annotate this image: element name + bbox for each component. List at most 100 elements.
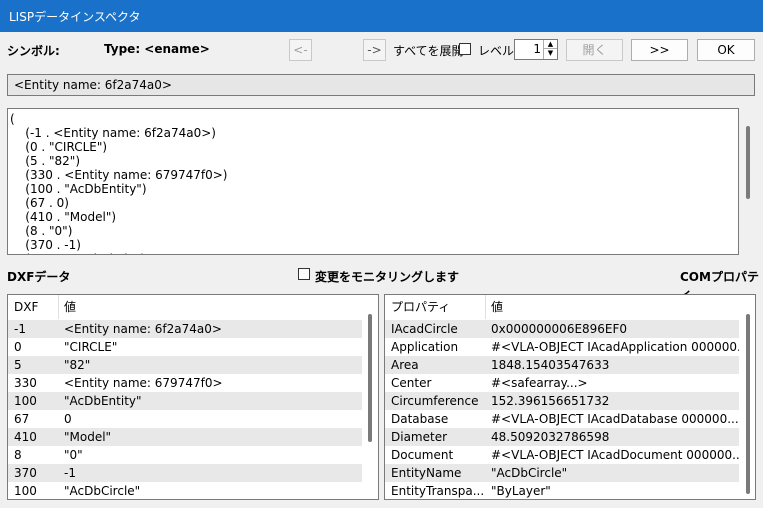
dxf-table[interactable]: DXF 値 -1 <Entity name: 6f2a74a0> 0 "CIRCLE"… bbox=[7, 294, 379, 500]
level-stepper[interactable]: 1 ▲ ▼ bbox=[514, 39, 558, 60]
dxf-header-value[interactable]: 値 bbox=[64, 295, 76, 319]
dxf-table-row-value: "AcDbCircle" bbox=[64, 484, 141, 498]
com-table-row-key: IAcadCircle bbox=[391, 322, 458, 336]
com-table-row-value: 0x000000006E896EF0 bbox=[491, 322, 628, 336]
com-table-row-value: "ByLayer" bbox=[491, 484, 551, 498]
symbol-label: シンボル: bbox=[7, 44, 60, 58]
dxf-table-row-key: 370 bbox=[14, 466, 37, 480]
lisp-line: (67 . 0) bbox=[10, 196, 69, 210]
expand-all-label: すべてを展開 bbox=[393, 44, 464, 58]
com-table-row-key: Circumference bbox=[391, 394, 479, 408]
com-scrollbar[interactable] bbox=[746, 314, 750, 494]
type-label: Type: <ename> bbox=[104, 42, 210, 56]
lisp-line: (5 . "82") bbox=[10, 154, 81, 168]
dxf-table-row[interactable]: 330 <Entity name: 679747f0> bbox=[8, 374, 362, 392]
com-table-row-key: Area bbox=[391, 358, 419, 372]
entity-name-field: <Entity name: 6f2a74a0> bbox=[7, 74, 755, 96]
dxf-table-row-key: 5 bbox=[14, 358, 22, 372]
monitor-checkbox[interactable] bbox=[298, 268, 310, 280]
com-table-row-key: Database bbox=[391, 412, 449, 426]
dxf-table-row-value: "82" bbox=[64, 358, 91, 372]
expand-all-checkbox[interactable] bbox=[459, 43, 471, 55]
level-spin[interactable]: ▲ ▼ bbox=[543, 40, 557, 59]
dxf-table-row-value: "0" bbox=[64, 448, 83, 462]
lisp-line: (330 . <Entity name: 679747f0>) bbox=[10, 168, 228, 182]
com-table-row-key: EntityName bbox=[391, 466, 462, 480]
lisp-line: (410 . "Model") bbox=[10, 210, 117, 224]
com-table-row[interactable]: Database #<VLA-OBJECT IAcadDatabase 00000… bbox=[385, 410, 739, 428]
com-table-row[interactable]: Area 1848.15403547633 bbox=[385, 356, 739, 374]
ok-button[interactable]: OK bbox=[697, 39, 755, 61]
com-table-row-value: "AcDbCircle" bbox=[491, 466, 568, 480]
com-table[interactable]: プロパティ 値 IAcadCircle 0x000000006E896EF0 App… bbox=[384, 294, 756, 500]
lisp-data-listbox[interactable]: ( (-1 . <Entity name: 6f2a74a0>) (0 . "C… bbox=[7, 108, 739, 255]
dxf-table-row[interactable]: 0 "CIRCLE" bbox=[8, 338, 362, 356]
dxf-table-row-value: -1 bbox=[64, 466, 76, 480]
dxf-scrollbar[interactable] bbox=[368, 314, 372, 442]
com-table-row-value: #<VLA-OBJECT IAcadApplication 000000... bbox=[491, 340, 739, 354]
com-table-row[interactable]: Document #<VLA-OBJECT IAcadDocument 00000… bbox=[385, 446, 739, 464]
chevron-down-icon[interactable]: ▼ bbox=[544, 49, 557, 58]
com-table-row[interactable]: Diameter 48.5092032786598 bbox=[385, 428, 739, 446]
dxf-table-row-key: 67 bbox=[14, 412, 30, 426]
dxf-table-row[interactable]: 5 "82" bbox=[8, 356, 362, 374]
dxf-table-row[interactable]: 67 0 bbox=[8, 410, 362, 428]
dxf-table-row-key: 0 bbox=[14, 340, 22, 354]
lisp-line: ( bbox=[10, 112, 15, 126]
dxf-table-row-key: 330 bbox=[14, 376, 37, 390]
window-title: LISPデータインスペクタ bbox=[9, 10, 141, 24]
open-button[interactable]: 開く bbox=[566, 39, 623, 61]
com-table-row[interactable]: Center #<safearray...> bbox=[385, 374, 739, 392]
dxf-table-row[interactable]: 8 "0" bbox=[8, 446, 362, 464]
com-column-divider bbox=[485, 295, 486, 319]
chevron-up-icon[interactable]: ▲ bbox=[544, 40, 557, 49]
com-table-row-key: Center bbox=[391, 376, 432, 390]
forward-button[interactable]: >> bbox=[631, 39, 688, 61]
dxf-table-row-value: <Entity name: 6f2a74a0> bbox=[64, 322, 222, 336]
com-table-row-value: #<VLA-OBJECT IAcadDatabase 000000... bbox=[491, 412, 739, 426]
dxf-table-row-value: "Model" bbox=[64, 430, 112, 444]
level-value: 1 bbox=[533, 42, 541, 56]
title-bar: LISPデータインスペクタ bbox=[0, 0, 763, 32]
prev-button[interactable]: <- bbox=[289, 39, 312, 61]
com-table-row-value: 152.396156651732 bbox=[491, 394, 610, 408]
com-table-row-value: 1848.15403547633 bbox=[491, 358, 610, 372]
dxf-table-row-value: 0 bbox=[64, 412, 72, 426]
com-table-row[interactable]: Application #<VLA-OBJECT IAcadApplication… bbox=[385, 338, 739, 356]
dxf-table-row-key: -1 bbox=[14, 322, 26, 336]
dxf-table-row-value: "AcDbEntity" bbox=[64, 394, 142, 408]
dxf-table-row[interactable]: 100 "AcDbCircle" bbox=[8, 482, 362, 499]
lisp-scrollbar[interactable] bbox=[746, 126, 750, 199]
com-header-property[interactable]: プロパティ bbox=[391, 295, 450, 319]
com-header-value[interactable]: 値 bbox=[491, 295, 503, 319]
com-table-row-value: #<VLA-OBJECT IAcadDocument 000000... bbox=[491, 448, 739, 462]
next-button[interactable]: -> bbox=[363, 39, 386, 61]
dxf-table-row[interactable]: 370 -1 bbox=[8, 464, 362, 482]
lisp-line: (100 . "AcDbEntity") bbox=[10, 182, 147, 196]
dxf-table-row-value: <Entity name: 679747f0> bbox=[64, 376, 223, 390]
dxf-column-divider bbox=[58, 295, 59, 319]
level-label: レベル bbox=[478, 44, 515, 58]
lisp-line: (-1 . <Entity name: 6f2a74a0>) bbox=[10, 126, 216, 140]
com-table-row[interactable]: IAcadCircle 0x000000006E896EF0 bbox=[385, 320, 739, 338]
lisp-line: (8 . "0") bbox=[10, 224, 73, 238]
com-table-row-value: #<safearray...> bbox=[491, 376, 588, 390]
dxf-table-row[interactable]: 410 "Model" bbox=[8, 428, 362, 446]
dxf-section-title: DXFデータ bbox=[7, 270, 71, 284]
monitor-label: 変更をモニタリングします bbox=[315, 270, 460, 284]
lisp-line: (100 . "AcDbCircle") bbox=[10, 252, 145, 254]
dxf-table-row-key: 8 bbox=[14, 448, 22, 462]
com-table-row-value: 48.5092032786598 bbox=[491, 430, 610, 444]
lisp-line: (370 . -1) bbox=[10, 238, 81, 252]
dxf-table-row-value: "CIRCLE" bbox=[64, 340, 118, 354]
dxf-table-row[interactable]: -1 <Entity name: 6f2a74a0> bbox=[8, 320, 362, 338]
dxf-table-row[interactable]: 100 "AcDbEntity" bbox=[8, 392, 362, 410]
com-table-row-key: Application bbox=[391, 340, 459, 354]
com-table-row[interactable]: EntityTranspa... "ByLayer" bbox=[385, 482, 739, 499]
com-table-row[interactable]: Circumference 152.396156651732 bbox=[385, 392, 739, 410]
dxf-header-code[interactable]: DXF bbox=[14, 295, 38, 319]
dxf-table-row-key: 100 bbox=[14, 484, 37, 498]
dxf-table-row-key: 410 bbox=[14, 430, 37, 444]
com-table-row[interactable]: EntityName "AcDbCircle" bbox=[385, 464, 739, 482]
lisp-line: (0 . "CIRCLE") bbox=[10, 140, 108, 154]
